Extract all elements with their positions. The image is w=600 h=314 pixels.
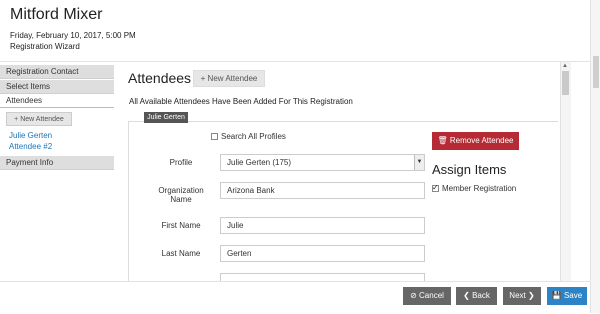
save-label: Save	[563, 291, 583, 300]
chevron-up-icon[interactable]: ▲	[562, 63, 568, 69]
scrollbar-thumb[interactable]	[562, 71, 569, 95]
organization-name-field[interactable]: Arizona Bank	[220, 182, 425, 199]
chevron-right-icon: ❯	[525, 291, 535, 300]
back-button[interactable]: ❮ Back	[456, 287, 497, 305]
page-title: Attendees	[128, 70, 192, 86]
cancel-button[interactable]: ⊘ Cancel	[403, 287, 451, 305]
sidebar-item-payment-info[interactable]: Payment Info	[0, 156, 114, 170]
profile-select-value: Julie Gerten (175)	[227, 158, 292, 167]
sidebar-new-attendee-label: New Attendee	[20, 116, 64, 123]
last-name-label: Last Name	[161, 249, 201, 258]
next-field[interactable]	[220, 273, 425, 281]
wizard-subtitle: Registration Wizard	[10, 42, 80, 51]
sidebar-item-select-items[interactable]: Select Items	[0, 80, 114, 94]
next-button[interactable]: Next ❯	[503, 287, 541, 305]
content-scrollbar[interactable]: ▲	[560, 62, 571, 281]
page-scrollbar[interactable]	[590, 0, 600, 313]
main-content: Attendees + New Attendee All Available A…	[118, 62, 558, 281]
first-name-field[interactable]: Julie	[220, 217, 425, 234]
attendee-tab[interactable]: Julie Gerten	[144, 112, 188, 123]
dialog-header: Mitford Mixer Friday, February 10, 2017,…	[0, 0, 600, 62]
remove-attendee-button[interactable]: 🗑 Remove Attendee	[432, 132, 519, 150]
new-attendee-button[interactable]: + New Attendee	[193, 70, 265, 87]
chevron-down-icon[interactable]: ▼	[414, 155, 424, 170]
event-datetime: Friday, February 10, 2017, 5:00 PM	[10, 31, 136, 40]
profile-select[interactable]: Julie Gerten (175) ▼	[220, 154, 425, 171]
event-title: Mitford Mixer	[10, 6, 103, 23]
sidebar-item-registration-contact[interactable]: Registration Contact	[0, 65, 114, 79]
wizard-sidebar: Registration Contact Select Items Attend…	[0, 62, 114, 281]
new-attendee-label: New Attendee	[207, 74, 258, 83]
remove-attendee-label: Remove Attendee	[449, 136, 514, 145]
last-name-field[interactable]: Gerten	[220, 245, 425, 262]
member-registration-label: Member Registration	[442, 184, 517, 193]
first-name-label: First Name	[161, 221, 201, 230]
trash-icon: 🗑	[437, 136, 450, 145]
availability-message: All Available Attendees Have Been Added …	[129, 97, 353, 106]
plus-icon: +	[200, 74, 208, 83]
sidebar-new-attendee-button[interactable]: + New Attendee	[6, 112, 72, 126]
cancel-icon: ⊘	[410, 291, 420, 300]
organization-name-label: Organization Name	[158, 186, 204, 204]
dialog-footer: ⊘ Cancel ❮ Back Next ❯ 💾 Save	[0, 281, 600, 314]
back-label: Back	[472, 291, 490, 300]
attendee-panel: Search All Profiles Profile Julie Gerten…	[128, 121, 558, 281]
sidebar-attendee-link-1[interactable]: Julie Gerten	[9, 131, 52, 140]
save-icon: 💾	[551, 291, 564, 300]
save-button[interactable]: 💾 Save	[547, 287, 587, 305]
member-registration-checkbox[interactable]	[432, 183, 439, 192]
page-scrollbar-thumb[interactable]	[593, 56, 599, 88]
search-all-profiles-label: Search All Profiles	[221, 132, 286, 141]
assign-items-heading: Assign Items	[432, 162, 507, 177]
next-label: Next	[509, 291, 526, 300]
search-all-profiles-checkbox[interactable]	[211, 133, 218, 140]
chevron-left-icon: ❮	[463, 291, 473, 300]
cancel-label: Cancel	[419, 291, 444, 300]
sidebar-attendee-link-2[interactable]: Attendee #2	[9, 142, 52, 151]
profile-label: Profile	[169, 158, 193, 167]
sidebar-item-attendees[interactable]: Attendees	[0, 94, 114, 108]
